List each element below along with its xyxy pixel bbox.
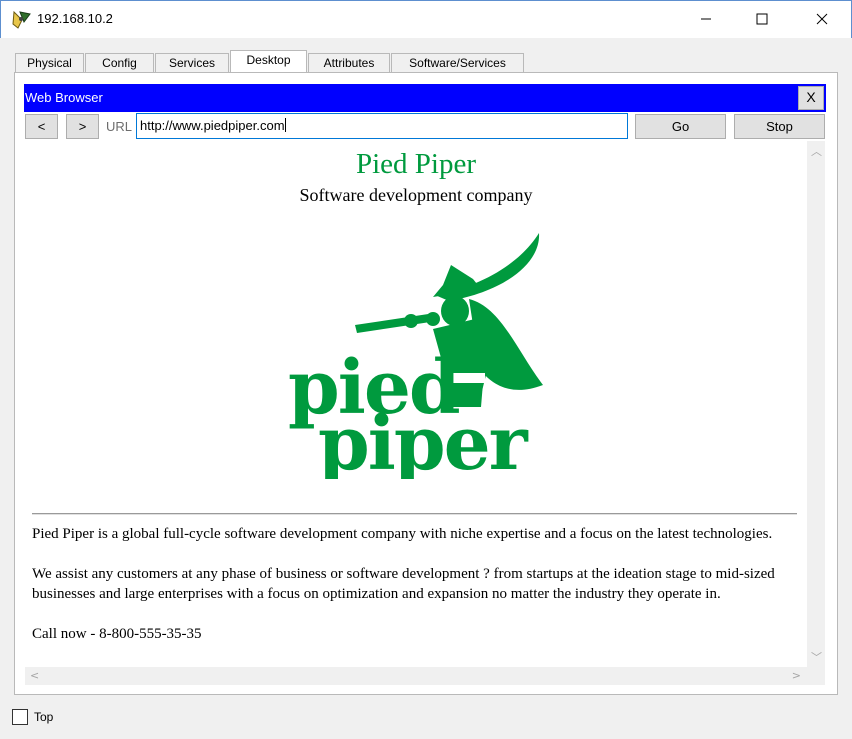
window-titlebar[interactable]: 192.168.10.2 (0, 0, 852, 38)
pied-piper-logo: pied piper (288, 233, 543, 479)
content-divider (32, 513, 797, 515)
minimize-icon (701, 18, 711, 20)
close-window-button[interactable] (799, 1, 845, 37)
browser-close-button[interactable]: X (798, 86, 824, 110)
minimize-button[interactable] (683, 1, 729, 37)
scroll-left-icon[interactable]: < (30, 669, 39, 682)
top-checkbox-label: Top (34, 710, 54, 724)
tab-config[interactable]: Config (85, 53, 154, 74)
browser-viewport[interactable]: Pied Piper Software development company (25, 141, 807, 667)
maximize-icon (756, 13, 768, 25)
window-title: 192.168.10.2 (37, 11, 113, 26)
go-button[interactable]: Go (635, 114, 726, 139)
call-now-text: Call now - 8-800-555-35-35 (32, 626, 202, 642)
tab-services[interactable]: Services (155, 53, 229, 74)
maximize-button[interactable] (739, 1, 785, 37)
top-checkbox[interactable] (12, 709, 28, 725)
url-value: http://www.piedpiper.com (140, 118, 285, 133)
web-browser-header: Web Browser X (24, 84, 826, 112)
page-subtitle: Software development company (299, 185, 533, 205)
tab-physical[interactable]: Physical (15, 53, 84, 74)
assist-paragraph: We assist any customers at any phase of … (32, 566, 775, 602)
stop-button[interactable]: Stop (734, 114, 825, 139)
tab-desktop[interactable]: Desktop (230, 50, 307, 74)
scroll-down-icon[interactable]: ﹀ (811, 649, 822, 665)
logo-text-piper: piper (318, 401, 529, 479)
url-label: URL (106, 119, 133, 134)
forward-button[interactable]: > (66, 114, 99, 139)
scrollbar-corner (807, 667, 825, 685)
intro-paragraph: Pied Piper is a global full-cycle softwa… (32, 526, 773, 542)
tab-software-services[interactable]: Software/Services (391, 53, 524, 74)
scroll-up-icon[interactable]: ︿ (811, 143, 822, 159)
url-input[interactable]: http://www.piedpiper.com (136, 113, 628, 139)
tab-attributes[interactable]: Attributes (308, 53, 390, 74)
text-caret (284, 118, 286, 132)
horizontal-scrollbar[interactable]: < > (25, 667, 807, 685)
web-browser-title: Web Browser (25, 90, 103, 105)
page-title: Pied Piper (355, 148, 477, 180)
vertical-scrollbar[interactable]: ︿ ﹀ (807, 141, 825, 667)
back-button[interactable]: < (25, 114, 58, 139)
router-icon (12, 10, 32, 30)
close-icon (816, 13, 828, 25)
scroll-right-icon[interactable]: > (792, 669, 801, 682)
